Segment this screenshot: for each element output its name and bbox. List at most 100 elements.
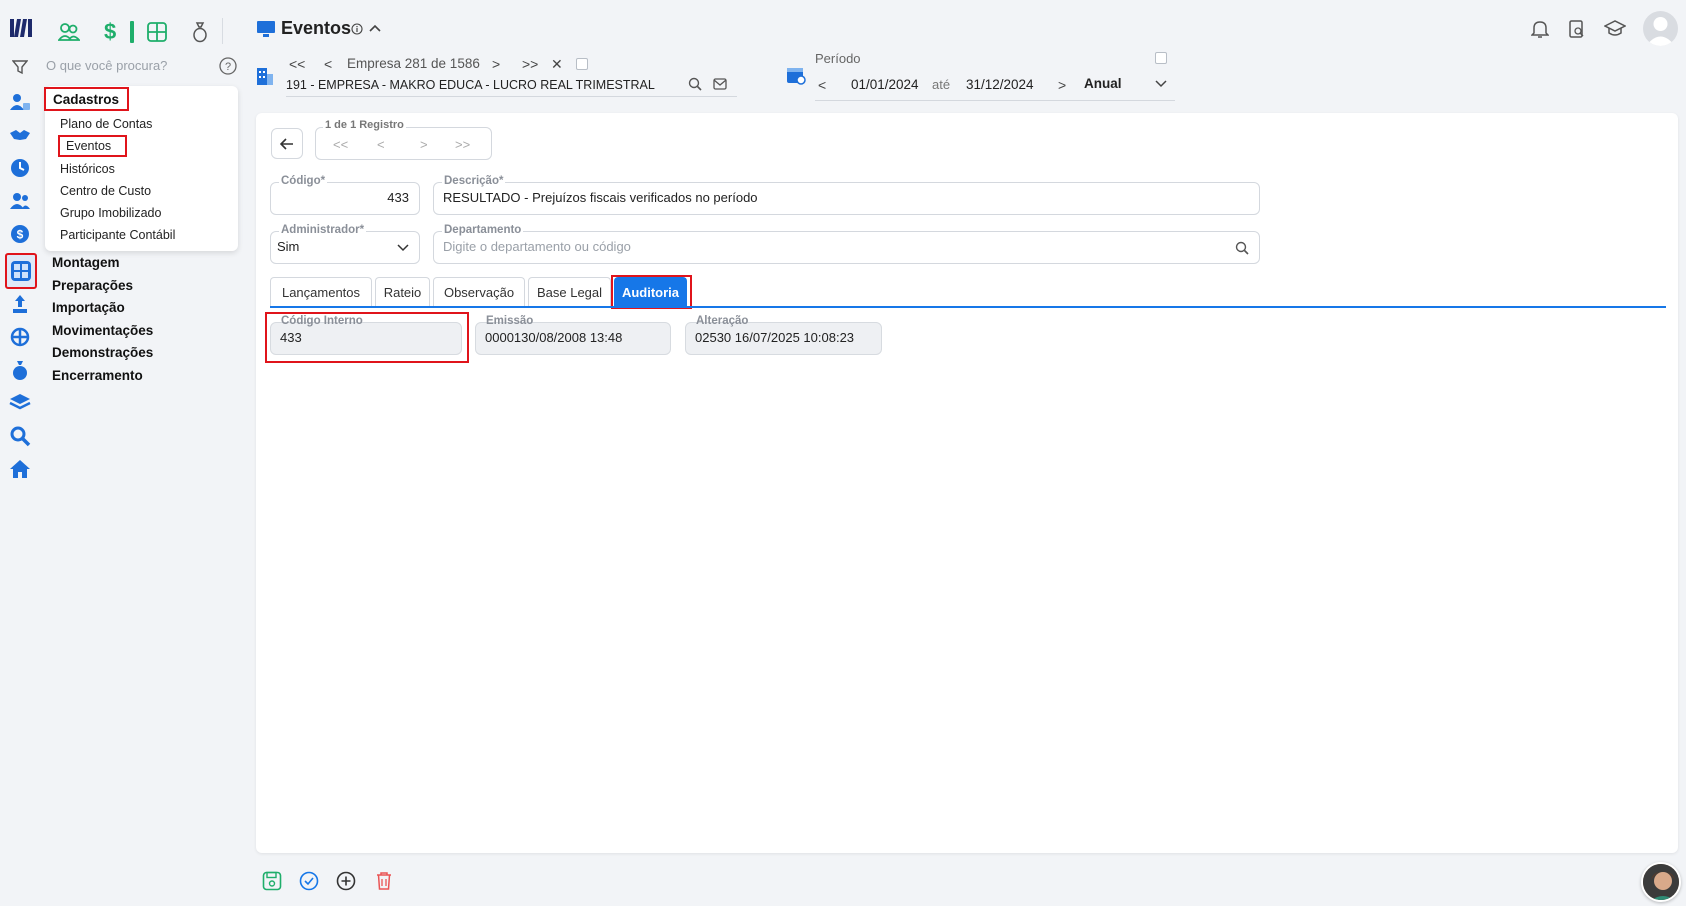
menu-group-importacao[interactable]: Importação (52, 300, 125, 315)
document-search-icon[interactable] (1568, 19, 1586, 39)
building-icon (256, 66, 274, 86)
period-checkbox[interactable] (1155, 52, 1167, 64)
partners-module-icon[interactable] (58, 21, 80, 43)
network-icon[interactable] (8, 325, 32, 349)
menu-section-label: Cadastros (53, 92, 120, 107)
import-arrow-icon[interactable] (8, 292, 32, 316)
tab-base-legal[interactable]: Base Legal (528, 277, 611, 307)
tabs-underline (270, 306, 1666, 308)
menu-group-montagem[interactable]: Montagem (52, 255, 120, 270)
menu-item-historicos[interactable]: Históricos (60, 162, 115, 176)
finance-dollar-icon[interactable]: $ (104, 19, 116, 45)
filter-icon[interactable] (12, 59, 28, 75)
user-contacts-icon[interactable] (8, 90, 32, 114)
administrador-select[interactable]: Administrador* Sim (270, 224, 420, 264)
codigo-field[interactable]: Código* 433 (270, 175, 420, 215)
period-mode-select[interactable]: Anual (1084, 76, 1122, 91)
company-name[interactable]: 191 - EMPRESA - MAKRO EDUCA - LUCRO REAL… (286, 78, 655, 92)
emissao-value: 0000130/08/2008 13:48 (485, 330, 623, 345)
accounting-module-icon[interactable] (5, 253, 37, 289)
codigo-label: Código* (279, 175, 328, 187)
descricao-field[interactable]: Descrição* RESULTADO - Prejuízos fiscais… (433, 175, 1260, 215)
alteracao-value: 02530 16/07/2025 10:08:23 (695, 330, 855, 345)
chevron-up-icon[interactable] (369, 23, 381, 33)
prev-record-icon[interactable]: < (377, 137, 385, 152)
calendar-icon[interactable] (786, 65, 806, 85)
period-label: Período (815, 51, 861, 66)
accounting-module-top-icon[interactable] (146, 21, 168, 43)
descricao-label: Descrição* (442, 175, 506, 187)
first-company-icon[interactable]: << (289, 56, 305, 72)
save-button[interactable] (262, 871, 282, 891)
record-count: 1 de 1 Registro (323, 119, 406, 131)
departamento-search-icon[interactable] (1235, 241, 1249, 255)
add-button[interactable] (336, 871, 356, 891)
alteracao-field: Alteração 02530 16/07/2025 10:08:23 (685, 315, 882, 355)
menu-item-plano-de-contas[interactable]: Plano de Contas (60, 117, 152, 131)
money-bag-icon[interactable] (8, 358, 32, 382)
tab-observacao[interactable]: Observação (433, 277, 525, 307)
active-module-indicator (130, 21, 134, 43)
next-record-icon[interactable]: > (420, 137, 428, 152)
home-icon[interactable] (8, 457, 32, 481)
departamento-label: Departamento (442, 224, 524, 236)
back-button[interactable] (271, 128, 303, 159)
departamento-field[interactable]: Departamento Digite o departamento ou có… (433, 224, 1260, 264)
chevron-down-icon[interactable] (1155, 79, 1167, 89)
help-icon[interactable]: ? (219, 57, 237, 75)
info-icon[interactable] (351, 23, 363, 35)
last-record-icon[interactable]: >> (455, 137, 470, 152)
tab-lancamentos[interactable]: Lançamentos (270, 277, 372, 307)
graduation-cap-icon[interactable] (1604, 20, 1626, 38)
next-period-icon[interactable]: > (1058, 77, 1066, 93)
company-position: Empresa 281 de 1586 (347, 56, 480, 71)
menu-group-encerramento[interactable]: Encerramento (52, 368, 143, 383)
prev-period-icon[interactable]: < (818, 77, 826, 93)
layers-icon[interactable] (8, 391, 32, 415)
prev-company-icon[interactable]: < (324, 56, 332, 72)
tab-rateio[interactable]: Rateio (375, 277, 430, 307)
confirm-button[interactable] (299, 871, 319, 891)
period-end-date[interactable]: 31/12/2024 (966, 77, 1034, 92)
menu-group-demonstracoes[interactable]: Demonstrações (52, 345, 153, 360)
period-until: até (932, 77, 951, 92)
company-checkbox[interactable] (576, 58, 588, 70)
svg-text:$: $ (17, 228, 24, 242)
company-underline (286, 96, 737, 97)
descricao-value: RESULTADO - Prejuízos fiscais verificado… (443, 190, 758, 205)
emissao-field: Emissão 0000130/08/2008 13:48 (475, 315, 671, 355)
monitor-icon (256, 20, 276, 38)
menu-group-preparacoes[interactable]: Preparações (52, 278, 133, 293)
money-bag-top-icon[interactable] (190, 21, 210, 43)
clock-icon[interactable] (8, 156, 32, 180)
menu-item-eventos[interactable]: Eventos (66, 139, 111, 153)
assistant-avatar[interactable] (1641, 862, 1681, 902)
tab-auditoria-highlight (611, 275, 692, 309)
people-icon[interactable] (8, 189, 32, 213)
search-icon[interactable] (8, 424, 32, 448)
administrador-chevron-icon (397, 243, 409, 253)
menu-group-movimentacoes[interactable]: Movimentações (52, 323, 153, 338)
user-avatar[interactable] (1643, 11, 1678, 46)
company-search-icon[interactable] (688, 77, 702, 91)
menu-item-participante-contabil[interactable]: Participante Contábil (60, 228, 175, 242)
next-company-icon[interactable]: > (492, 56, 500, 72)
page-title: Eventos (281, 18, 352, 38)
mail-icon[interactable] (713, 78, 727, 90)
menu-item-grupo-imobilizado[interactable]: Grupo Imobilizado (60, 206, 161, 220)
codigo-interno-label: Código Interno (281, 315, 363, 327)
codigo-value: 433 (387, 190, 409, 205)
last-company-icon[interactable]: >> (522, 56, 538, 72)
administrador-value: Sim (277, 239, 300, 254)
clear-company-icon[interactable]: ✕ (551, 56, 563, 73)
bell-icon[interactable] (1531, 19, 1549, 39)
period-start-date[interactable]: 01/01/2024 (851, 77, 919, 92)
module-divider (222, 18, 223, 44)
delete-button[interactable] (375, 871, 393, 891)
app-logo[interactable] (9, 16, 33, 40)
global-search-input[interactable]: O que você procura? (46, 58, 167, 73)
first-record-icon[interactable]: << (333, 137, 348, 152)
handshake-icon[interactable] (8, 123, 32, 147)
menu-item-centro-de-custo[interactable]: Centro de Custo (60, 184, 151, 198)
dollar-coin-icon[interactable]: $ (8, 222, 32, 246)
